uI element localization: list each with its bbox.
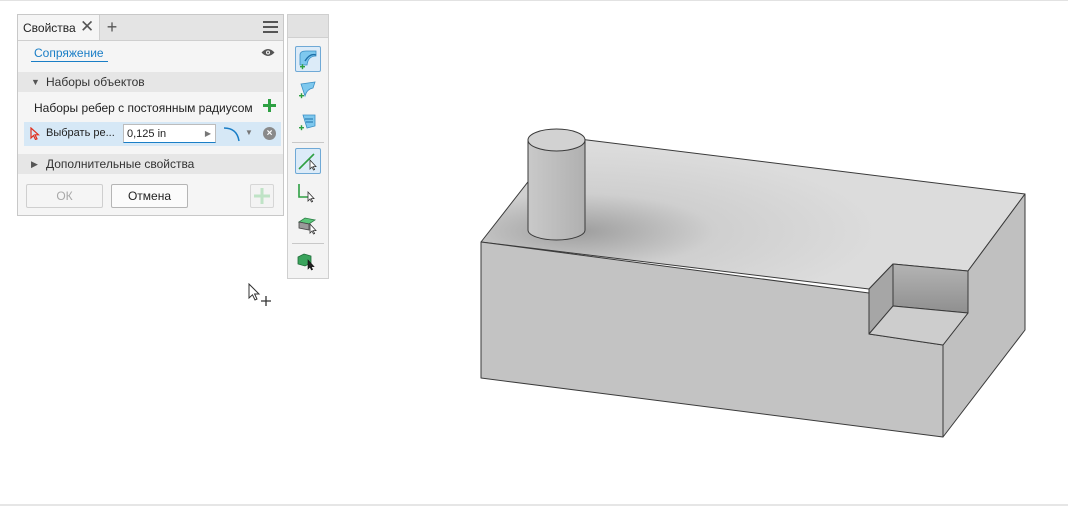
select-body-button[interactable] (295, 248, 321, 274)
select-loop-icon (298, 184, 315, 203)
tab-properties[interactable]: Свойства ✕ (18, 15, 100, 40)
fillet-mini-toolbar (287, 14, 329, 279)
select-body-icon (297, 253, 315, 271)
expand-arrow-icon[interactable]: ▶ (205, 129, 211, 138)
edge-selection-row[interactable]: Выбрать ре... 0,125 in ▶ ▼ × (24, 122, 281, 146)
toolbar-header (288, 15, 328, 38)
panel-tab-bar: Свойства ✕ + (18, 15, 283, 41)
plus-icon (254, 188, 270, 204)
fillet-setback-button[interactable] (295, 110, 321, 136)
ok-button[interactable]: ОК (26, 184, 103, 208)
select-feature-button[interactable] (295, 212, 321, 238)
properties-panel: Свойства ✕ + Сопряжение ▼ Наборы объекто… (17, 14, 284, 216)
select-edge-button[interactable] (295, 148, 321, 174)
cylinder-boss[interactable] (527, 128, 586, 241)
edge-set-label: Наборы ребер с постоянным радиусом (34, 101, 253, 115)
cancel-button[interactable]: Отмена (111, 184, 188, 208)
feature-name-link[interactable]: Сопряжение (31, 46, 108, 62)
select-loop-button[interactable] (295, 181, 321, 207)
eye-icon[interactable] (261, 48, 275, 57)
fillet-variable-button[interactable] (295, 78, 321, 104)
menu-icon[interactable] (263, 21, 278, 34)
select-edges-label[interactable]: Выбрать ре... (46, 127, 115, 139)
close-icon[interactable]: ✕ (80, 18, 94, 36)
tab-properties-label: Свойства (23, 21, 76, 35)
chevron-down-icon[interactable]: ▼ (245, 128, 253, 137)
section-object-sets[interactable]: ▼ Наборы объектов (18, 72, 283, 92)
fillet-setback-icon (299, 114, 316, 131)
section-advanced-properties[interactable]: ▶ Дополнительные свойства (18, 154, 283, 174)
select-edge-icon (298, 153, 317, 171)
select-arrow-icon[interactable] (30, 127, 40, 140)
fillet-variable-icon (299, 81, 316, 99)
toolbar-separator (292, 243, 324, 244)
section-object-sets-label: Наборы объектов (46, 75, 145, 89)
fillet-profile-icon[interactable] (223, 126, 241, 142)
add-edge-set-icon[interactable] (263, 99, 276, 112)
remove-icon[interactable]: × (263, 127, 276, 140)
mouse-cursor-icon (248, 283, 271, 306)
fillet-constant-button[interactable] (295, 46, 321, 72)
expand-section-icon: ▶ (31, 159, 38, 169)
toolbar-separator (292, 142, 324, 143)
apply-button[interactable] (250, 184, 274, 208)
fillet-constant-icon (299, 50, 317, 70)
section-advanced-label: Дополнительные свойства (46, 157, 195, 171)
pocket-back-wall (892, 263, 969, 314)
select-feature-icon (297, 217, 317, 235)
add-tab-icon[interactable]: + (104, 17, 120, 37)
radius-input[interactable]: 0,125 in ▶ (123, 124, 216, 143)
radius-value: 0,125 in (127, 128, 167, 140)
collapse-arrow-icon: ▼ (31, 77, 40, 87)
